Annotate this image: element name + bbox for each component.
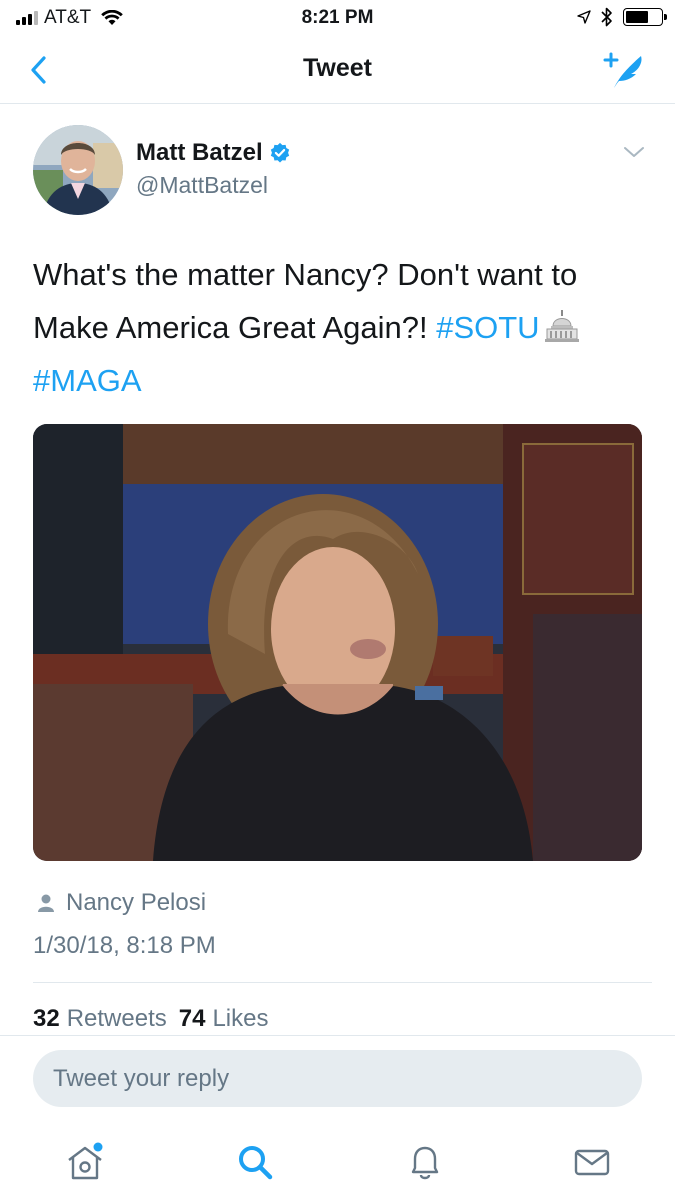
battery-fill: [626, 11, 649, 23]
tab-bar: [0, 1120, 675, 1200]
retweets-label: Retweets: [66, 1005, 167, 1032]
location-arrow-icon: [577, 10, 591, 24]
chevron-down-icon[interactable]: [623, 144, 645, 160]
likes-stat[interactable]: 74 Likes: [179, 1005, 269, 1033]
bluetooth-icon: [601, 7, 612, 27]
messages-icon[interactable]: [570, 1140, 614, 1184]
capitol-emoji-icon: [544, 310, 579, 342]
reply-box[interactable]: [33, 1050, 642, 1107]
navigation-bar: Tweet: [0, 36, 675, 104]
status-right: [577, 7, 667, 27]
page-title: Tweet: [303, 54, 372, 82]
notifications-icon[interactable]: [403, 1140, 447, 1184]
author-name[interactable]: Matt Batzel: [136, 139, 291, 167]
tweet-text: What's the matter Nancy? Don't want to M…: [33, 248, 648, 407]
media-photo: [33, 424, 642, 861]
hashtag-maga[interactable]: #MAGA: [33, 363, 142, 398]
tagged-user[interactable]: Nancy Pelosi: [36, 889, 206, 917]
compose-tweet-icon[interactable]: [601, 50, 647, 90]
tweet-stats: 32 Retweets 74 Likes: [33, 1005, 268, 1033]
search-icon[interactable]: [233, 1140, 277, 1184]
likes-count: 74: [178, 1005, 206, 1032]
hashtag-sotu[interactable]: #SOTU: [436, 310, 539, 345]
verified-badge-icon: [270, 142, 289, 163]
avatar[interactable]: [33, 125, 123, 215]
avatar-image: [33, 125, 123, 215]
author-handle[interactable]: @MattBatzel: [136, 172, 268, 199]
retweets-stat[interactable]: 32 Retweets: [33, 1005, 167, 1033]
reply-input[interactable]: [53, 1064, 642, 1093]
tagged-user-name: Nancy Pelosi: [66, 889, 207, 916]
tweet-timestamp: 1/30/18, 8:18 PM: [33, 932, 216, 959]
home-icon[interactable]: [63, 1140, 107, 1184]
likes-label: Likes: [212, 1005, 269, 1032]
divider: [33, 982, 652, 983]
battery-icon: [623, 8, 667, 26]
author-name-text: Matt Batzel: [136, 139, 263, 166]
retweets-count: 32: [33, 1005, 60, 1032]
person-icon: [38, 894, 54, 912]
divider: [0, 1035, 675, 1036]
tweet-media-image[interactable]: [33, 424, 642, 861]
status-time: 8:21 PM: [301, 7, 374, 28]
status-bar: AT&T 8:21 PM: [0, 0, 675, 36]
